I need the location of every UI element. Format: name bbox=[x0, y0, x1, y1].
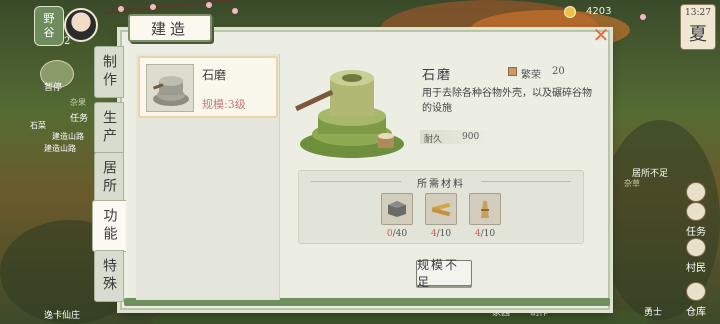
tab-function[interactable]: 功能 bbox=[92, 200, 126, 252]
material-count-straw: 4/10 bbox=[465, 229, 505, 239]
season-label: 夏 bbox=[689, 24, 707, 45]
tab-production[interactable]: 生产 bbox=[94, 102, 124, 154]
material-need: /40 bbox=[392, 229, 408, 239]
task-line: 石菜 bbox=[30, 121, 46, 130]
villager-icon bbox=[686, 238, 706, 257]
location-badge[interactable]: 野 谷 bbox=[34, 6, 64, 46]
hud-button-tasks[interactable]: 任务 bbox=[680, 202, 712, 238]
task-line[interactable]: 建造山路 bbox=[44, 143, 76, 154]
task-line[interactable]: 建造山路 bbox=[52, 131, 84, 142]
material-slot-straw[interactable] bbox=[469, 193, 501, 225]
stone-block-icon bbox=[388, 201, 406, 217]
stone-mill-thumbnail bbox=[146, 64, 194, 112]
person-icon bbox=[686, 182, 706, 202]
hud-button-tasks-label: 任务 bbox=[686, 227, 706, 238]
blossom-decoration bbox=[232, 8, 238, 14]
material-slot-stone[interactable] bbox=[381, 193, 413, 225]
building-list-item-name: 石磨 bbox=[202, 68, 227, 82]
location-badge-line1: 野 bbox=[43, 12, 55, 25]
scroll-icon bbox=[686, 202, 706, 221]
building-description: 用于去除各种谷物外壳，以及碾碎谷物的设施 bbox=[422, 88, 592, 114]
faint-label: 杂果 bbox=[70, 98, 86, 107]
location-badge-line2: 谷 bbox=[43, 26, 55, 39]
building-detail: 石磨 繁荣 20 用于去除各种谷物外壳，以及碾碎谷物的设施 耐久 900 所需材… bbox=[286, 54, 602, 298]
hud-button-villagers-label: 村民 bbox=[686, 263, 706, 274]
pause-label: 暂停 bbox=[44, 83, 63, 93]
hud-button-warehouse[interactable]: 仓库 bbox=[680, 282, 712, 318]
straw-bundle-icon bbox=[481, 200, 489, 218]
wood-plank-icon bbox=[431, 202, 451, 217]
notice-sub: 杂草 bbox=[624, 179, 640, 188]
hud-button-villagers[interactable]: 村民 bbox=[680, 238, 712, 274]
durability-label: 耐久 bbox=[424, 135, 443, 145]
blossom-decoration bbox=[640, 14, 646, 20]
hud-button-warehouse-label: 仓库 bbox=[686, 307, 706, 318]
warehouse-icon bbox=[686, 282, 706, 301]
blossom-decoration bbox=[206, 2, 212, 8]
prosperity-value: 20 bbox=[552, 66, 565, 77]
tab-special[interactable]: 特殊 bbox=[94, 250, 124, 302]
material-need: /10 bbox=[480, 229, 496, 239]
player-number: 2 bbox=[64, 36, 71, 47]
tab-housing[interactable]: 居所 bbox=[94, 152, 124, 204]
building-list-item[interactable]: 石磨 规模:3级 bbox=[138, 56, 278, 118]
stone-mill-illustration bbox=[295, 70, 404, 158]
material-slot-wood[interactable] bbox=[425, 193, 457, 225]
materials-title: 所需材料 bbox=[417, 179, 465, 190]
coin-icon bbox=[564, 6, 576, 18]
blossom-decoration bbox=[150, 4, 156, 10]
divider bbox=[481, 181, 571, 182]
material-count-wood: 4/10 bbox=[421, 229, 461, 239]
blossom-decoration bbox=[118, 6, 124, 12]
clock-season-box[interactable]: 13:27 夏 bbox=[680, 4, 716, 50]
building-name: 石磨 bbox=[422, 68, 453, 83]
building-list-item-level: 规模:3级 bbox=[202, 98, 246, 111]
hud-button-1[interactable] bbox=[680, 168, 712, 204]
durability-value: 900 bbox=[462, 132, 480, 142]
close-button[interactable]: ✕ bbox=[592, 25, 610, 45]
village-name: 逸卡仙庄 bbox=[44, 311, 81, 321]
prosperity-icon bbox=[508, 67, 517, 76]
required-materials: 所需材料 0/40 4/10 4/10 bbox=[298, 170, 584, 244]
tab-craft[interactable]: 制作 bbox=[94, 46, 124, 98]
task-title[interactable]: 任务 bbox=[70, 111, 88, 124]
dialog-title: 建造 bbox=[128, 14, 212, 42]
build-button[interactable]: 规模不足 bbox=[416, 258, 472, 289]
material-count-stone: 0/40 bbox=[377, 229, 417, 239]
clock-time: 13:27 bbox=[685, 8, 711, 18]
prosperity-label: 繁荣 bbox=[521, 70, 541, 81]
material-need: /10 bbox=[436, 229, 452, 239]
coin-value: 4203 bbox=[586, 6, 612, 17]
bottom-nav-warriors[interactable]: 勇士 bbox=[644, 305, 662, 318]
